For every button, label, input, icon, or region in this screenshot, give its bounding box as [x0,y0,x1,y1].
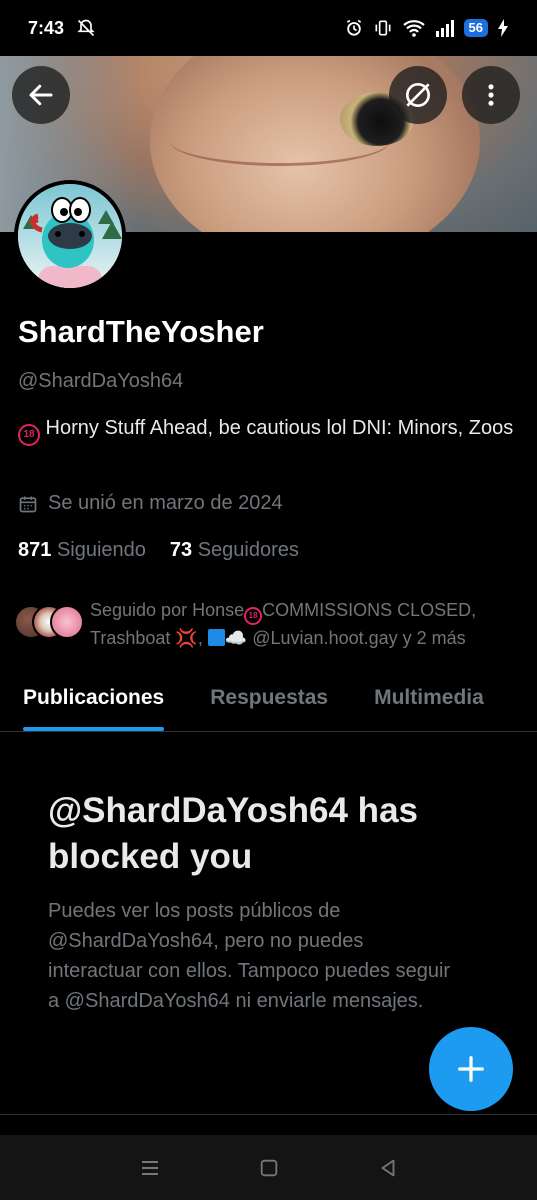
blue-square-emoji [207,629,225,646]
followers-label: Seguidores [197,539,299,561]
blocked-title: @ShardDaYosh64 has blocked you [48,791,418,876]
following-count: 871 [18,539,52,561]
arrow-left-icon [29,84,53,106]
back-nav-icon[interactable] [377,1157,399,1179]
joined-date: Se unió en marzo de 2024 [18,492,283,515]
more-button[interactable] [462,66,520,124]
plus-icon [458,1056,484,1082]
active-tab-indicator [23,727,165,731]
more-vertical-icon [488,84,494,106]
display-name: ShardTheYosher [18,314,264,349]
charging-icon [498,19,508,37]
calendar-icon [19,496,37,512]
status-bar: 7:43 56 [0,0,537,56]
tab-multimedia[interactable]: Multimedia [374,668,484,732]
adult-content-icon: 18 [244,607,263,625]
followed-by-rest: @Luvian.hoot.gay y 2 más [247,628,466,648]
compose-button[interactable] [429,1027,513,1111]
system-nav-bar [0,1135,537,1200]
status-time: 7:43 [28,17,65,38]
profile-tabs: Publicaciones Respuestas Multimedia [0,668,537,732]
home-icon[interactable] [258,1157,280,1179]
battery-indicator: 56 [463,19,488,37]
followed-by-text[interactable]: Seguido por Honse 18 COMMISSIONS CLOSED, T… [90,597,530,652]
anger-emoji: 💢 [175,628,198,648]
tab-publicaciones[interactable]: Publicaciones [23,668,165,732]
following-link[interactable]: 871 Siguiendo [18,539,146,562]
notifications-off-icon [77,19,95,37]
recent-apps-icon[interactable] [138,1156,162,1180]
followed-by-avatars[interactable] [14,598,86,644]
followed-by-separator: , [197,628,208,648]
divider [0,1114,537,1115]
follower-avatar [50,605,84,639]
grok-button[interactable] [389,66,447,124]
follow-counts: 871 Siguiendo 73 Seguidores [18,539,299,562]
yoshi-avatar-image [18,184,122,288]
adult-content-icon: 18 [18,424,40,446]
tab-respuestas[interactable]: Respuestas [210,668,328,732]
bio-text: Horny Stuff Ahead, be cautious lol DNI: … [40,417,514,439]
alarm-icon [346,19,361,36]
signal-icon [435,20,454,37]
profile-bio: 18 Horny Stuff Ahead, be cautious lol DN… [18,414,518,446]
joined-text: Se unió en marzo de 2024 [48,492,283,514]
followers-count: 73 [169,539,193,561]
profile-avatar[interactable] [14,180,126,292]
blocked-message: Puedes ver los posts públicos de @ShardD… [48,900,451,1012]
following-label: Siguiendo [56,539,146,561]
tab-label: Respuestas [210,686,329,709]
user-handle: @ShardDaYosh64 [18,370,184,392]
cloud-emoji: ☁️ [224,628,248,648]
tab-label: Publicaciones [23,686,165,709]
wifi-icon [402,20,425,37]
followed-by-prefix: Seguido por Honse [90,600,245,620]
followers-link[interactable]: 73 Seguidores [170,539,299,562]
grok-circle-icon [406,83,430,107]
tab-label: Multimedia [374,686,484,709]
vibrate-icon [375,20,391,36]
back-button[interactable] [12,66,70,124]
